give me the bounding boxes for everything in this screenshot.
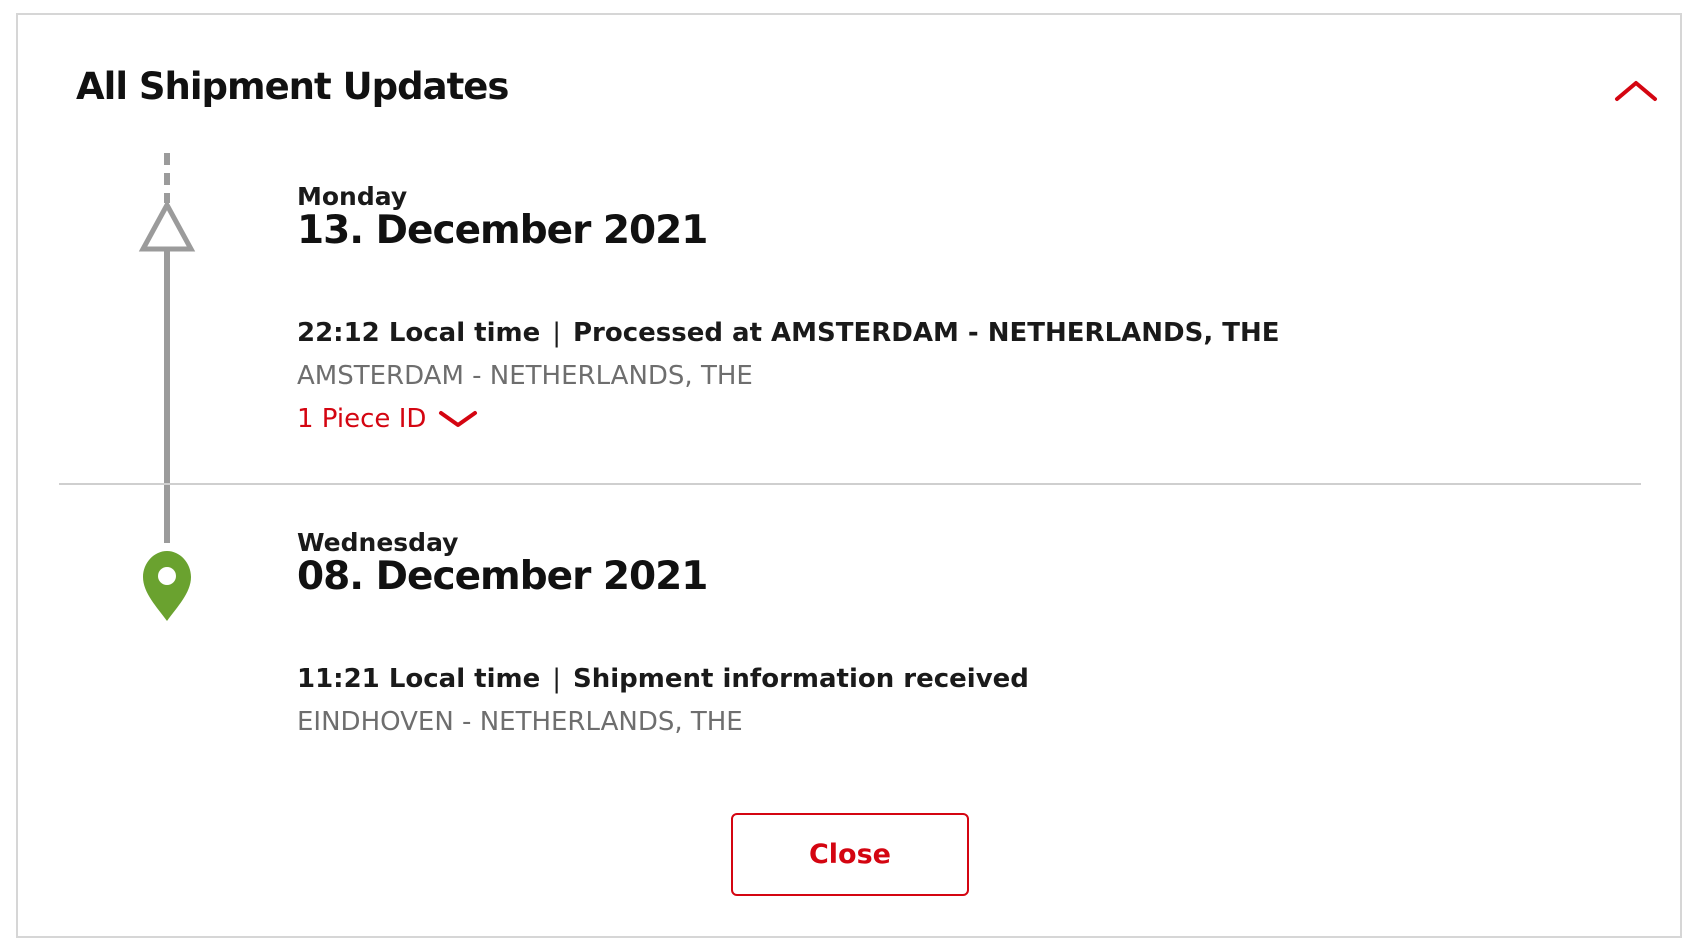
chevron-up-icon xyxy=(1615,81,1657,101)
collapse-toggle-button[interactable] xyxy=(1614,77,1658,103)
close-button[interactable]: Close xyxy=(731,813,969,896)
event-location: EINDHOVEN - NETHERLANDS, THE xyxy=(297,707,743,737)
event-time: 22:12 Local time xyxy=(297,318,541,348)
event-location: AMSTERDAM - NETHERLANDS, THE xyxy=(297,361,753,391)
event-time: 11:21 Local time xyxy=(297,664,541,694)
panel-title: All Shipment Updates xyxy=(76,65,509,108)
piece-id-label: 1 Piece ID xyxy=(297,404,427,434)
shipment-updates-panel: All Shipment Updates xyxy=(16,13,1682,938)
event-day: Monday xyxy=(297,182,408,211)
event-date: 08. December 2021 xyxy=(297,554,708,599)
event-separator: | xyxy=(552,664,561,694)
location-pin-icon xyxy=(143,551,191,621)
chevron-down-icon xyxy=(439,411,478,427)
event-summary: 11:21 Local time | Shipment information re… xyxy=(297,664,1029,694)
triangle-outline-icon xyxy=(138,199,196,252)
piece-id-toggle[interactable]: 1 Piece ID xyxy=(297,404,478,434)
timeline-track xyxy=(138,153,196,621)
event-summary: 22:12 Local time | Processed at AMSTERDAM … xyxy=(297,318,1280,348)
event-divider xyxy=(59,483,1641,485)
event-date: 13. December 2021 xyxy=(297,208,708,253)
event-separator: | xyxy=(552,318,561,348)
event-status: Shipment information received xyxy=(573,664,1029,694)
event-status: Processed at AMSTERDAM - NETHERLANDS, TH… xyxy=(573,318,1280,348)
event-day: Wednesday xyxy=(297,528,459,557)
